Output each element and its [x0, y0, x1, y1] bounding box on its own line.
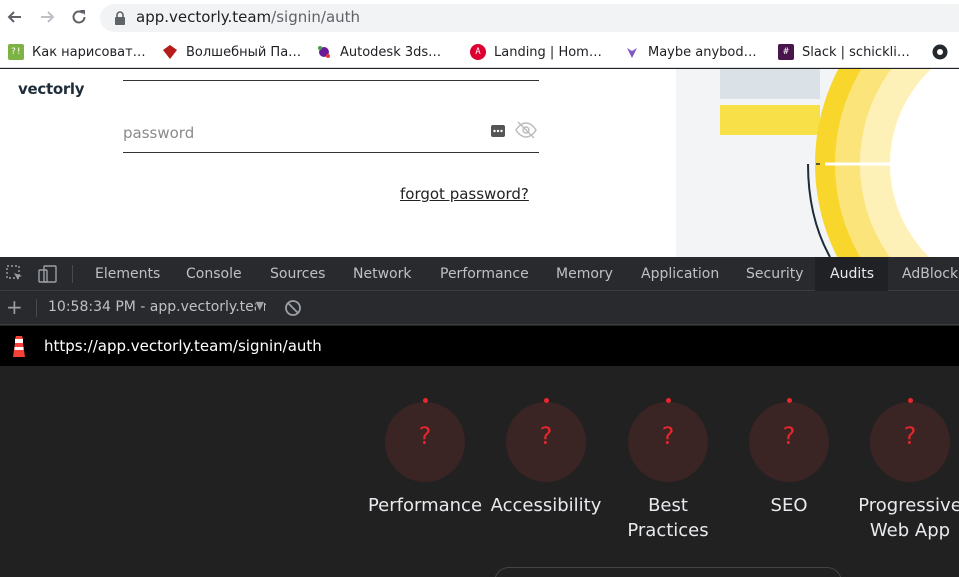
password-field	[123, 117, 539, 153]
browser-toolbar: app.vectorly.team/signin/auth	[0, 0, 959, 36]
clear-block-icon[interactable]	[284, 299, 302, 317]
tab-performance[interactable]: Performance	[425, 257, 544, 291]
bookmark-favicon-icon: ?!	[8, 44, 24, 60]
inspect-element-icon[interactable]	[6, 265, 24, 283]
toolbar-divider	[36, 299, 37, 317]
bookmark-label: Волшебный Па…	[186, 44, 302, 60]
bookmark-item[interactable]: Волшебный Па…	[162, 42, 301, 62]
tab-memory[interactable]: Memory	[541, 257, 628, 291]
bookmark-item[interactable]	[932, 42, 956, 62]
gauge-label-line: Progressive	[858, 495, 959, 516]
bookmark-favicon-icon	[163, 45, 177, 59]
gauge-label-line: Web App	[869, 520, 951, 541]
reload-button[interactable]	[68, 6, 90, 28]
address-bar[interactable]: app.vectorly.team/signin/auth	[100, 4, 959, 32]
address-url: app.vectorly.team/signin/auth	[136, 8, 361, 26]
gauge-label: Accessibility	[481, 493, 611, 518]
gauge-label: Performance	[360, 493, 490, 518]
gauge-accessibility[interactable]: ?	[506, 398, 586, 482]
password-manager-icon[interactable]	[491, 125, 505, 137]
lighthouse-report: ? Performance ? Accessibility ? Best Pra…	[0, 366, 959, 577]
slack-icon: #	[778, 44, 794, 60]
audits-toolbar: + 10:58:34 PM - app.vectorly.team ▼	[0, 291, 959, 325]
tab-console[interactable]: Console	[171, 257, 257, 291]
email-field-underline	[123, 80, 539, 81]
back-button[interactable]	[4, 6, 26, 28]
tab-adblock[interactable]: AdBlock	[888, 257, 959, 291]
reload-icon	[72, 10, 86, 24]
gauge-label-line: Best	[648, 495, 688, 516]
bookmark-item[interactable]: ?! Как нарисоват…	[8, 42, 146, 62]
gauge-label-line: Accessibility	[490, 495, 602, 516]
illustration-circles	[807, 69, 959, 257]
hide-password-eye-icon[interactable]	[515, 121, 537, 139]
gauge-error-dot	[666, 398, 671, 403]
bookmark-favicon-icon	[627, 48, 637, 58]
tab-audits[interactable]: Audits	[815, 257, 888, 291]
new-audit-button[interactable]: +	[6, 295, 23, 319]
audit-url: https://app.vectorly.team/signin/auth	[44, 337, 322, 355]
gauge-score: ?	[903, 422, 917, 450]
gauge-performance[interactable]: ?	[385, 398, 465, 482]
gauge-error-dot	[544, 398, 549, 403]
bookmark-label: Autodesk 3ds…	[340, 44, 442, 60]
gauge-error-dot	[908, 398, 913, 403]
gauge-score: ?	[418, 422, 432, 450]
password-input[interactable]	[123, 121, 483, 145]
gauge-label-line: Performance	[367, 495, 483, 516]
gauge-seo[interactable]: ?	[749, 398, 829, 482]
tab-sources[interactable]: Sources	[255, 257, 340, 291]
gauge-error-dot	[787, 398, 792, 403]
arrow-right-icon	[41, 11, 55, 23]
lighthouse-header: https://app.vectorly.team/signin/auth	[0, 326, 959, 366]
bookmark-item[interactable]: # Slack | schickli…	[778, 42, 910, 62]
gauge-label-line: SEO	[770, 495, 808, 516]
toolbar-divider	[72, 265, 73, 283]
vectorly-logo: vectorly	[18, 80, 85, 98]
bookmark-label: Slack | schickli…	[802, 44, 910, 60]
arrow-left-icon	[7, 11, 21, 23]
gauge-score: ?	[539, 422, 553, 450]
bookmark-label: Landing | Hom…	[494, 44, 602, 60]
forward-button[interactable]	[36, 6, 58, 28]
tab-security[interactable]: Security	[731, 257, 819, 291]
lock-icon	[115, 11, 125, 25]
report-select-value: 10:58:34 PM - app.vectorly.team	[48, 299, 266, 315]
lighthouse-icon	[13, 336, 25, 357]
bookmark-label: Как нарисоват…	[32, 44, 146, 60]
angular-icon: A	[470, 44, 486, 60]
report-select[interactable]: 10:58:34 PM - app.vectorly.team ▼	[48, 299, 266, 317]
bookmark-label: Maybe anybod…	[648, 44, 757, 60]
bookmark-item[interactable]: A Landing | Hom…	[470, 42, 602, 62]
gauge-error-dot	[423, 398, 428, 403]
devtools-tabbar: Elements Console Sources Network Perform…	[0, 257, 959, 291]
page-viewport: vectorly forgot password?	[0, 69, 959, 257]
gauge-pwa[interactable]: ?	[870, 398, 950, 482]
tab-application[interactable]: Application	[626, 257, 734, 291]
tab-network[interactable]: Network	[338, 257, 426, 291]
gauge-score: ?	[782, 422, 796, 450]
gauge-label: Best Practices	[603, 493, 733, 543]
forgot-password-link[interactable]: forgot password?	[400, 185, 529, 203]
bookmarks-bar: ?! Как нарисоват… Волшебный Па… Autodesk…	[0, 36, 959, 68]
tab-elements[interactable]: Elements	[80, 257, 175, 291]
gauge-label: SEO	[724, 493, 854, 518]
github-icon	[932, 44, 948, 60]
device-toolbar-icon[interactable]	[38, 265, 58, 283]
bookmark-item[interactable]: Autodesk 3ds…	[316, 42, 441, 62]
bookmark-favicon-icon	[318, 46, 330, 58]
gauge-score: ?	[661, 422, 675, 450]
gauge-label-line: Practices	[627, 520, 709, 541]
gauge-best-practices[interactable]: ?	[628, 398, 708, 482]
caret-down-icon: ▼	[255, 299, 264, 312]
bookmark-item[interactable]: Maybe anybod…	[624, 42, 757, 62]
report-footer-pill	[494, 567, 842, 577]
gauge-label: Progressive Web App	[845, 493, 959, 543]
